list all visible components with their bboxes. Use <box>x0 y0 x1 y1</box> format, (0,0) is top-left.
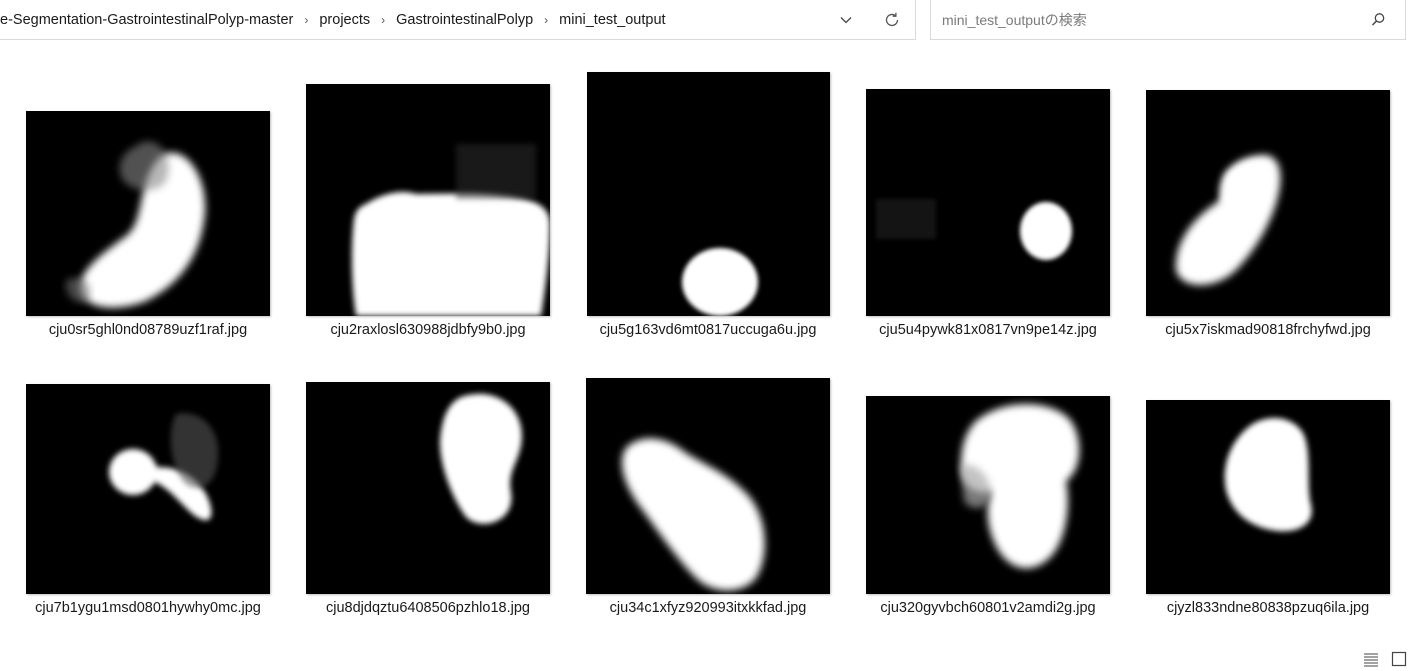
file-tile[interactable]: cju5u4pywk81x0817vn9pe14z.jpg <box>853 64 1123 344</box>
file-name[interactable]: cju5g163vd6mt0817uccuga6u.jpg <box>573 322 843 344</box>
file-tile[interactable]: cju7b1ygu1msd0801hywhy0mc.jpg <box>13 342 283 622</box>
thumbnail-image <box>866 89 1110 316</box>
thumbnail-image <box>26 111 270 316</box>
thumbnail-image <box>306 84 550 316</box>
search-icon[interactable] <box>1369 11 1387 29</box>
details-view-icon[interactable] <box>1362 650 1380 668</box>
file-name[interactable]: cju5x7iskmad90818frchyfwd.jpg <box>1133 322 1403 344</box>
file-name[interactable]: cju0sr5ghl0nd08789uzf1raf.jpg <box>13 322 283 344</box>
file-tile[interactable]: cju2raxlosl630988jdbfy9b0.jpg <box>293 64 563 344</box>
breadcrumb-item-gastrointestinal-polyp[interactable]: GastrointestinalPolyp <box>394 12 535 28</box>
breadcrumb-item-current-folder[interactable]: mini_test_output <box>557 12 667 28</box>
thumbnail-image <box>586 378 830 594</box>
breadcrumb-item-root[interactable]: e-Segmentation-GastrointestinalPolyp-mas… <box>0 12 295 28</box>
file-tile[interactable]: cju5g163vd6mt0817uccuga6u.jpg <box>573 64 843 344</box>
thumbnail-image <box>26 384 270 594</box>
thumbnail-image <box>866 396 1110 594</box>
thumbnail-image <box>1146 400 1390 594</box>
address-bar[interactable]: e-Segmentation-GastrointestinalPolyp-mas… <box>0 0 916 40</box>
file-name[interactable]: cju34c1xfyz920993itxkkfad.jpg <box>573 600 843 622</box>
view-switcher <box>1362 650 1408 668</box>
search-box[interactable] <box>930 0 1406 40</box>
refresh-icon[interactable] <box>880 8 904 32</box>
file-name[interactable]: cjyzl833ndne80838pzuq6ila.jpg <box>1133 600 1403 622</box>
search-input[interactable] <box>940 10 1344 29</box>
large-icons-view-icon[interactable] <box>1390 650 1408 668</box>
file-tile[interactable]: cju5x7iskmad90818frchyfwd.jpg <box>1133 64 1403 344</box>
file-name[interactable]: cju320gyvbch60801v2amdi2g.jpg <box>853 600 1123 622</box>
thumbnail-image <box>586 72 830 316</box>
breadcrumb: e-Segmentation-GastrointestinalPolyp-mas… <box>0 12 668 28</box>
chevron-right-icon[interactable]: › <box>295 13 317 27</box>
file-tile[interactable]: cjyzl833ndne80838pzuq6ila.jpg <box>1133 342 1403 622</box>
chevron-right-icon[interactable]: › <box>535 13 557 27</box>
file-tile[interactable]: cju8djdqztu6408506pzhlo18.jpg <box>293 342 563 622</box>
file-tile[interactable]: cju34c1xfyz920993itxkkfad.jpg <box>573 342 843 622</box>
file-name[interactable]: cju8djdqztu6408506pzhlo18.jpg <box>293 600 563 622</box>
file-tile[interactable]: cju0sr5ghl0nd08789uzf1raf.jpg <box>13 64 283 344</box>
file-tile[interactable]: cju320gyvbch60801v2amdi2g.jpg <box>853 342 1123 622</box>
breadcrumb-item-projects[interactable]: projects <box>317 12 372 28</box>
file-name[interactable]: cju7b1ygu1msd0801hywhy0mc.jpg <box>13 600 283 622</box>
file-name[interactable]: cju5u4pywk81x0817vn9pe14z.jpg <box>853 322 1123 344</box>
thumbnail-image <box>1146 90 1390 316</box>
file-grid: cju0sr5ghl0nd08789uzf1raf.jpg cju2raxlos… <box>0 42 1413 642</box>
explorer-toolbar: e-Segmentation-GastrointestinalPolyp-mas… <box>0 0 1413 42</box>
chevron-right-icon[interactable]: › <box>372 13 394 27</box>
thumbnail-image <box>306 382 550 594</box>
chevron-down-icon[interactable] <box>834 8 858 32</box>
file-name[interactable]: cju2raxlosl630988jdbfy9b0.jpg <box>293 322 563 344</box>
